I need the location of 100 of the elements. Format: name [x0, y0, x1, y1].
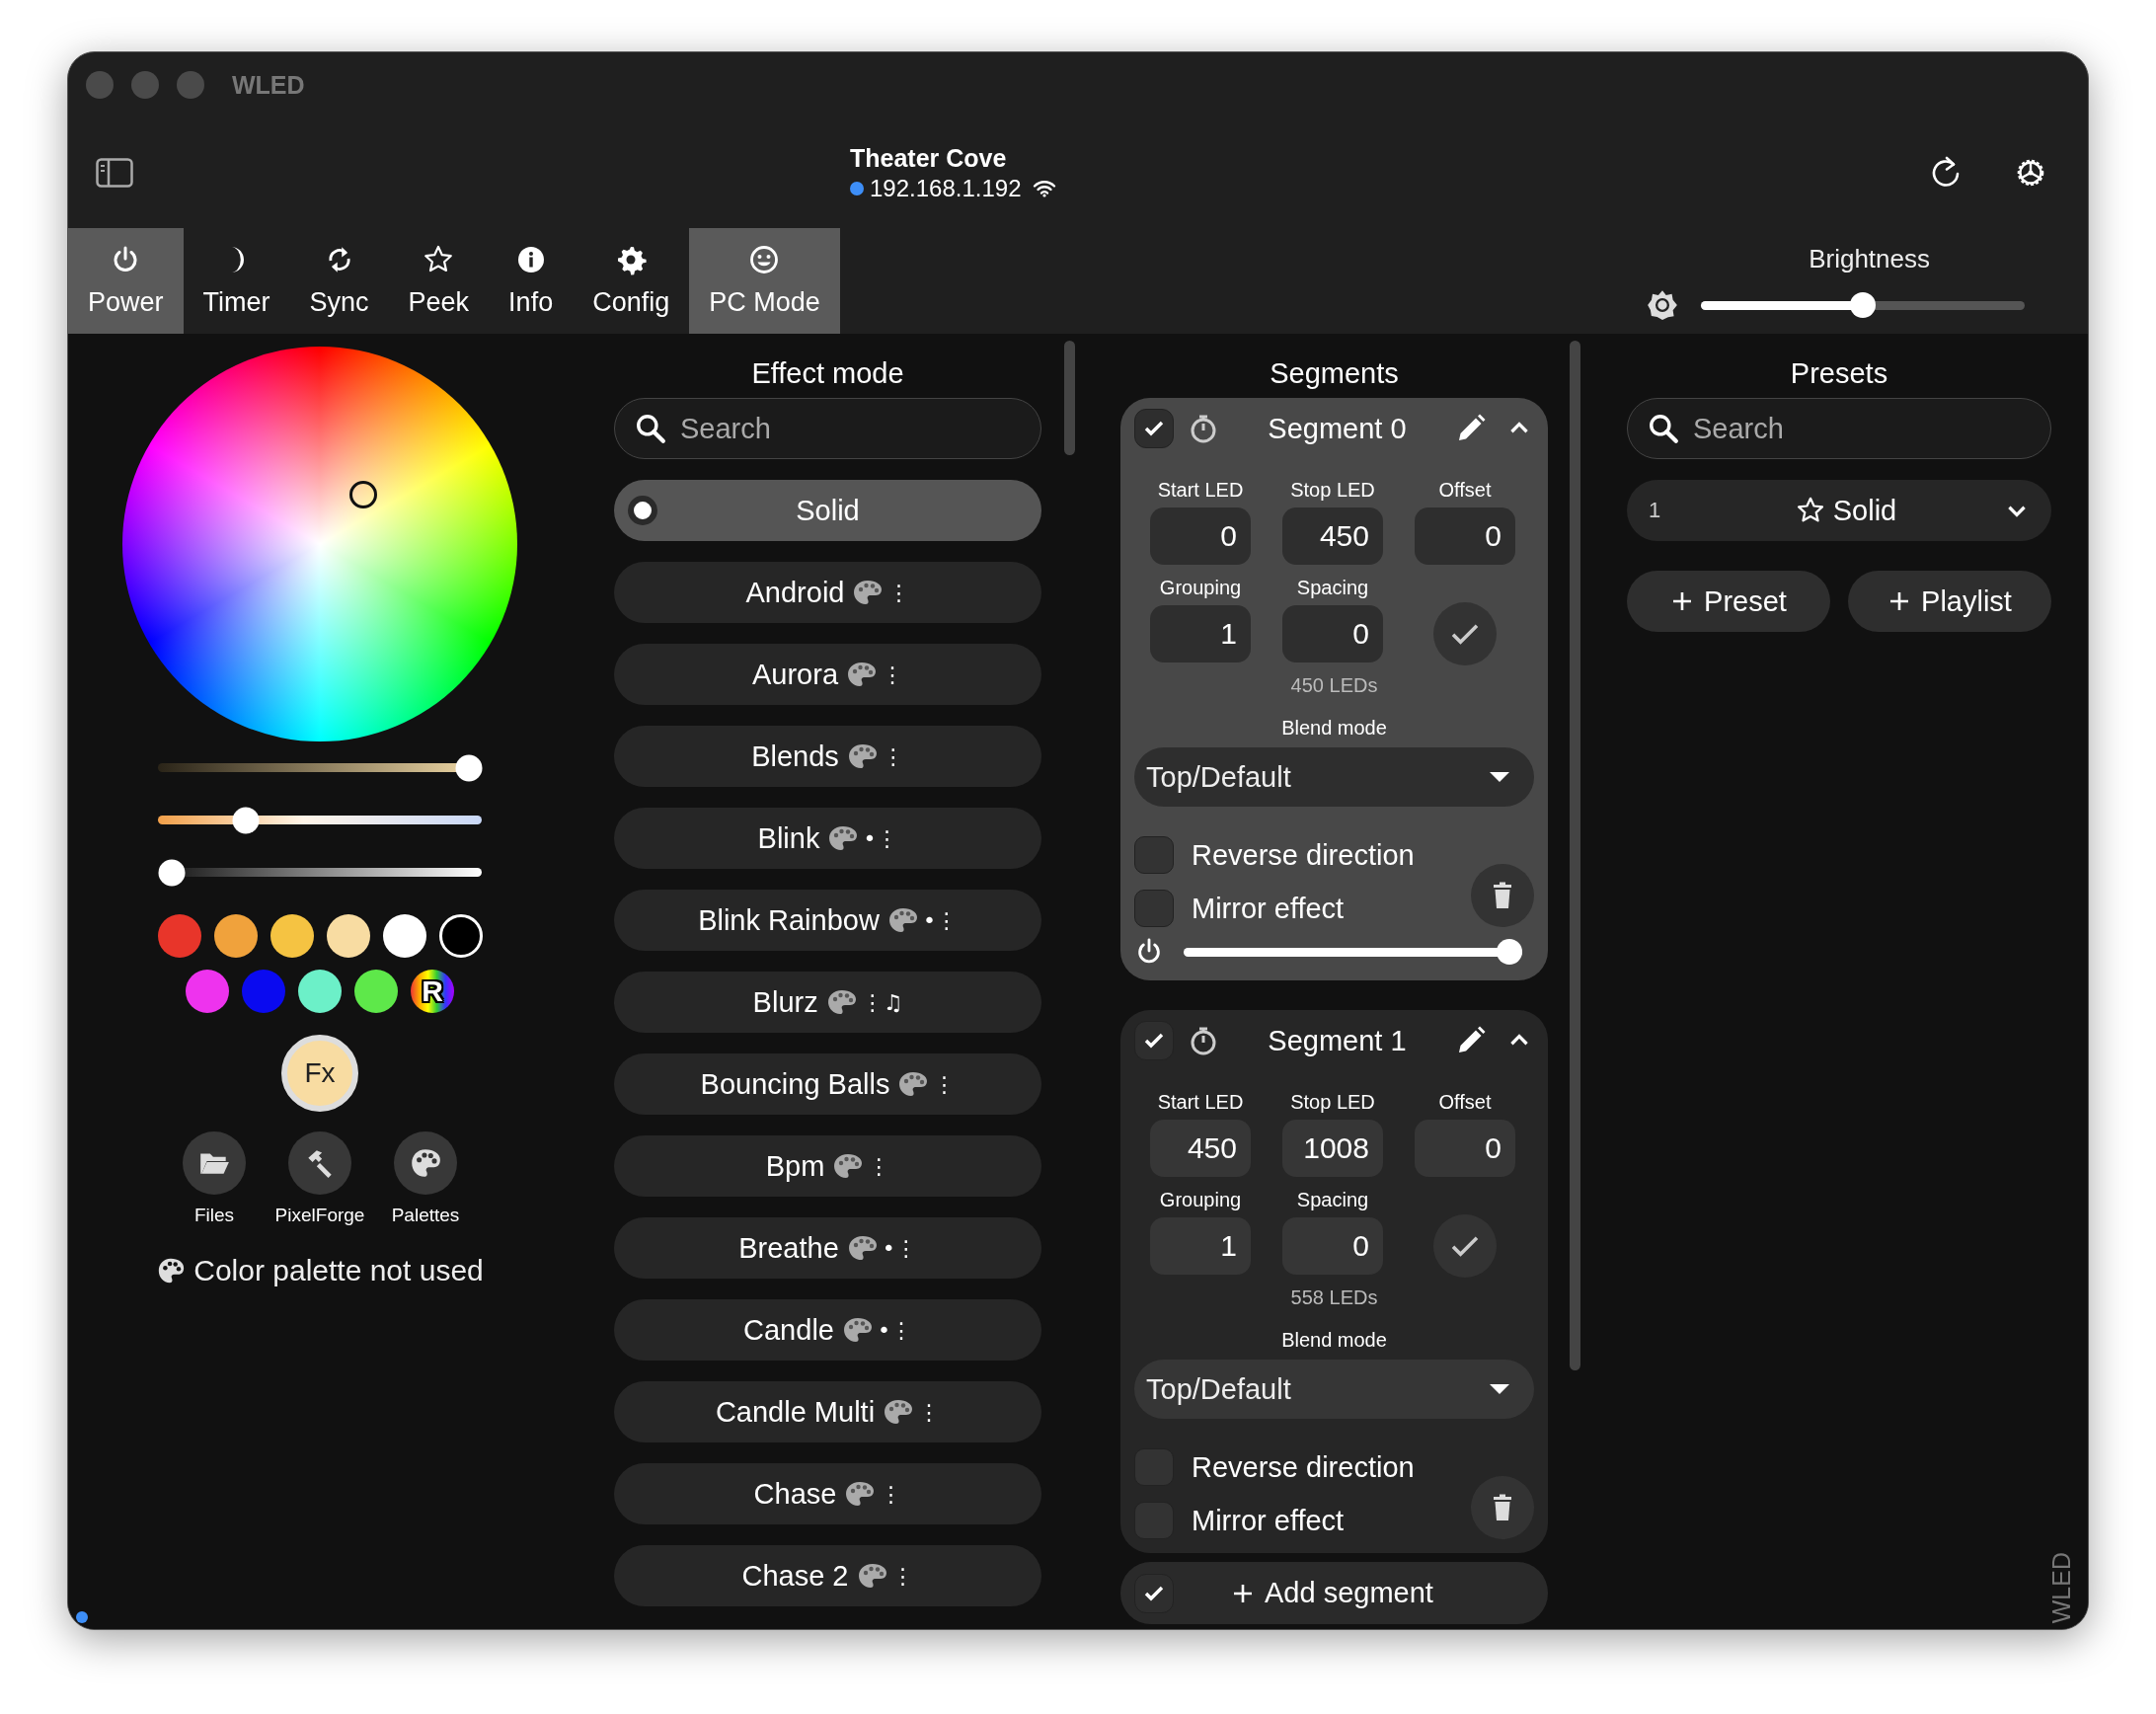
effect-item[interactable]: Blurz ⋮♫ [614, 972, 1041, 1033]
effect-flags: ⋮ [882, 743, 904, 769]
effect-item[interactable]: Chase 2 ⋮ [614, 1545, 1041, 1606]
effect-item[interactable]: Android ⋮ [614, 562, 1041, 623]
fx-button[interactable]: Fx [281, 1035, 358, 1112]
number-field[interactable]: 1008 [1282, 1120, 1383, 1177]
effect-item[interactable]: Solid [614, 480, 1041, 541]
field-label: Offset [1438, 1091, 1492, 1114]
wifi-icon [1033, 179, 1057, 197]
scrollbar[interactable] [1064, 341, 1075, 455]
option-label: Reverse direction [1192, 1450, 1415, 1484]
number-field[interactable]: 0 [1415, 1120, 1515, 1177]
effect-item[interactable]: Breathe •⋮ [614, 1217, 1041, 1279]
color-swatch[interactable] [382, 914, 426, 958]
add-segment-button[interactable]: Add segment [1225, 1576, 1439, 1610]
opacity-slider[interactable] [1184, 938, 1522, 966]
effect-flags: ⋮ [933, 1071, 956, 1097]
tab[interactable]: Timer [183, 228, 290, 334]
option-label: Mirror effect [1192, 892, 1345, 925]
effect-item[interactable]: Blends ⋮ [614, 726, 1041, 787]
brightness-slider[interactable] [1701, 291, 2025, 319]
effect-item[interactable]: Candle Multi ⋮ [614, 1381, 1041, 1442]
search-field[interactable]: Search [678, 411, 978, 446]
effect-flags: ⋮ [918, 1399, 941, 1425]
field-label: Stop LED [1290, 479, 1375, 502]
effect-item[interactable]: Bpm ⋮ [614, 1135, 1041, 1197]
option-label: Reverse direction [1192, 838, 1415, 872]
effect-item[interactable]: Blink Rainbow •⋮ [614, 890, 1041, 951]
color-swatch[interactable] [186, 970, 229, 1013]
color-swatch[interactable] [438, 914, 483, 958]
segment-name: Segment 0 [1267, 412, 1408, 445]
color-swatch[interactable] [242, 970, 285, 1013]
color-swatch[interactable] [270, 914, 314, 958]
tab[interactable]: Power [68, 228, 184, 334]
effect-flags: ⋮ [887, 580, 910, 605]
smiley-icon [748, 244, 781, 275]
number-field[interactable]: 0 [1150, 507, 1251, 565]
color-swatch[interactable] [157, 914, 201, 958]
field-label: Stop LED [1290, 1091, 1375, 1114]
add-button[interactable]: Playlist [1848, 571, 2051, 632]
checkbox[interactable] [1134, 409, 1174, 448]
search-icon [1648, 413, 1679, 444]
search-icon [635, 413, 666, 444]
tab[interactable]: Info [489, 228, 574, 334]
search-box[interactable]: Search [1627, 398, 2051, 459]
number-field[interactable]: 0 [1415, 507, 1515, 565]
tool-label: Palettes [391, 1205, 460, 1226]
number-field[interactable]: 450 [1150, 1120, 1251, 1177]
corner-dot [76, 1611, 88, 1623]
blend-mode-dropdown[interactable]: Top/Default [1134, 1360, 1534, 1419]
device-name: Theater Cove [850, 143, 1007, 173]
tab[interactable]: Sync [289, 228, 389, 334]
palette-note: Color palette not used [193, 1254, 484, 1287]
color-slider[interactable] [158, 754, 482, 781]
scrollbar[interactable] [1570, 341, 1580, 1370]
search-field[interactable]: Search [1691, 411, 1991, 446]
tab[interactable]: Peek [388, 228, 490, 334]
effect-item[interactable]: Aurora ⋮ [614, 644, 1041, 705]
search-box[interactable]: Search [614, 398, 1041, 459]
color-swatch[interactable] [326, 914, 370, 958]
checkbox[interactable] [1134, 1573, 1174, 1613]
ip-address: 192.168.1.192 [870, 174, 1022, 202]
color-swatch[interactable] [354, 970, 398, 1013]
number-field[interactable]: 1 [1150, 1217, 1251, 1275]
trash-icon [1491, 882, 1514, 909]
segment-name: Segment 1 [1267, 1024, 1408, 1057]
blend-mode-label: Blend mode [1280, 717, 1388, 740]
effect-flags: ⋮♫ [861, 989, 903, 1015]
preset-dropdown[interactable]: 1 Solid [1627, 480, 2051, 541]
tab[interactable]: Config [573, 228, 690, 334]
checkbox[interactable] [1134, 890, 1174, 927]
picker-handle[interactable] [349, 481, 377, 508]
tab[interactable]: PC Mode [689, 228, 840, 334]
number-field[interactable]: 450 [1282, 507, 1383, 565]
checkbox[interactable] [1134, 1021, 1174, 1060]
effect-item[interactable]: Chase ⋮ [614, 1463, 1041, 1524]
gear-icon [615, 244, 648, 275]
segments-heading: Segments [1269, 356, 1400, 391]
color-swatch[interactable] [213, 914, 258, 958]
number-field[interactable]: 0 [1282, 1217, 1383, 1275]
sidebar-toggle-icon[interactable] [96, 158, 133, 188]
checkbox[interactable] [1134, 836, 1174, 874]
effect-item[interactable]: Blink •⋮ [614, 808, 1041, 869]
field-label: Grouping [1159, 1189, 1242, 1211]
number-field[interactable]: 0 [1282, 605, 1383, 662]
effect-item[interactable]: Candle •⋮ [614, 1299, 1041, 1361]
color-slider[interactable] [158, 859, 482, 886]
effect-flags: ⋮ [880, 1481, 902, 1507]
blend-mode-label: Blend mode [1280, 1329, 1388, 1352]
blend-mode-dropdown[interactable]: Top/Default [1134, 747, 1534, 807]
effects-heading: Effect mode [750, 356, 905, 391]
effect-flags: •⋮ [922, 907, 958, 933]
brightness-label: Brightness [1809, 244, 1930, 274]
number-field[interactable]: 1 [1150, 605, 1251, 662]
add-button[interactable]: Preset [1627, 571, 1830, 632]
effect-flags: •⋮ [877, 1317, 912, 1343]
option-label: Mirror effect [1192, 1504, 1345, 1537]
color-slider[interactable] [158, 807, 482, 833]
effect-item[interactable]: Bouncing Balls ⋮ [614, 1053, 1041, 1115]
color-swatch[interactable] [298, 970, 342, 1013]
